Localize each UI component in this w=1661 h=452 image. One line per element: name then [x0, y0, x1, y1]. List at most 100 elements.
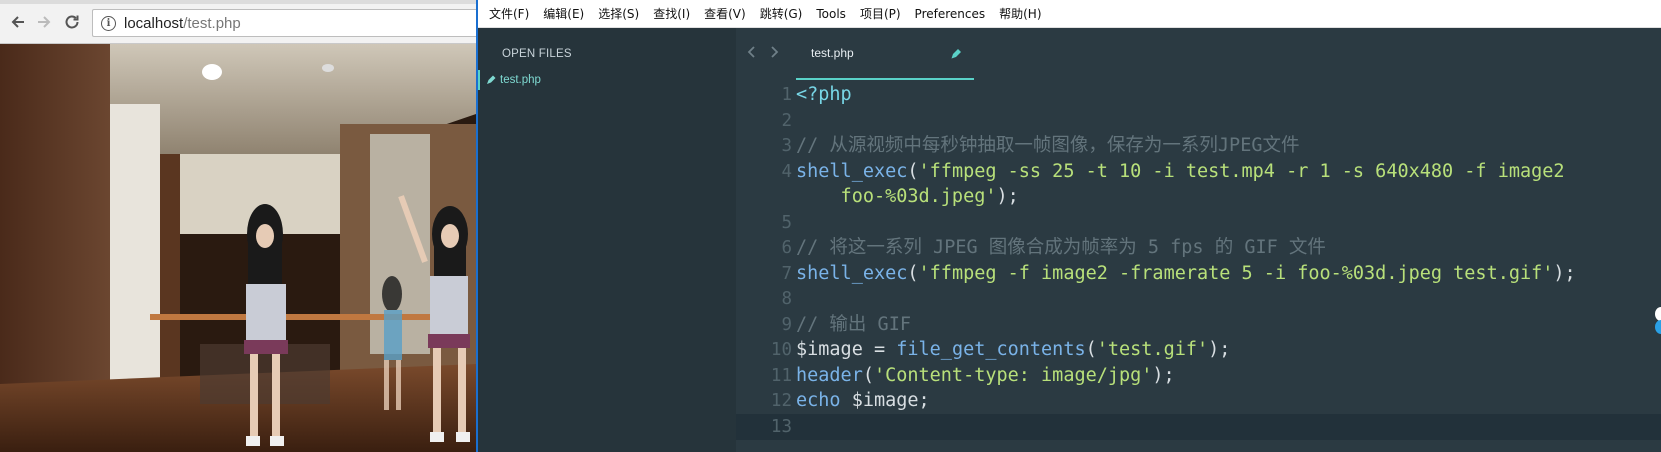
tab-test-php[interactable]: test.php: [796, 36, 974, 80]
line-number: 11: [770, 365, 792, 386]
code-line[interactable]: 9// 输出 GIF: [736, 312, 1661, 338]
line-number: 1: [781, 85, 792, 105]
line-number: 6: [781, 238, 792, 258]
line-code: shell_exec('ffmpeg -ss 25 -t 10 -i test.…: [796, 159, 1565, 185]
tab-strip: [0, 0, 476, 4]
code-line[interactable]: 5: [736, 210, 1661, 236]
reload-button[interactable]: [60, 10, 84, 34]
code-line[interactable]: 8: [736, 286, 1661, 312]
code-token: );: [1152, 364, 1175, 386]
line-code: header('Content-type: image/jpg');: [796, 363, 1175, 389]
code-token: header: [796, 364, 863, 386]
code-line[interactable]: 7 shell_exec('ffmpeg -f image2 -framerate…: [736, 261, 1661, 287]
menu-find[interactable]: 查找(I): [646, 2, 697, 25]
code-token: shell_exec: [796, 262, 908, 284]
chevron-right-icon[interactable]: [766, 44, 782, 60]
menu-selection[interactable]: 选择(S): [591, 2, 646, 25]
code-token: (: [907, 262, 919, 284]
line-number: 10: [770, 340, 792, 360]
forward-button[interactable]: [32, 10, 56, 34]
menu-view[interactable]: 查看(V): [697, 2, 753, 25]
line-number: 3: [781, 136, 792, 156]
code-token: 'Content-type: image/jpg': [873, 364, 1153, 386]
chevron-left-icon[interactable]: [744, 44, 760, 60]
line-number: 13: [770, 416, 792, 437]
code-line[interactable]: 4 shell_exec('ffmpeg -ss 25 -t 10 -i test…: [736, 159, 1661, 185]
modified-pencil-icon[interactable]: [950, 48, 962, 60]
menu-bar: 文件(F) 编辑(E) 选择(S) 查找(I) 查看(V) 跳转(G) Tool…: [478, 0, 1661, 28]
sidebar-file-label: test.php: [500, 74, 541, 86]
code-token: =: [862, 339, 897, 360]
code-line[interactable]: 11 header('Content-type: image/jpg');: [736, 363, 1661, 389]
menu-edit[interactable]: 编辑(E): [536, 2, 591, 25]
line-code: // 输出 GIF: [796, 312, 911, 338]
code-token: file_get_contents: [896, 339, 1086, 360]
line-code: // 将这一系列 JPEG 图像合成为帧率为 5 fps 的 GIF 文件: [796, 235, 1326, 261]
code-token: (: [862, 364, 874, 386]
menu-preferences[interactable]: Preferences: [908, 4, 993, 24]
address-bar[interactable]: i localhost/test.php: [92, 9, 476, 37]
menu-help[interactable]: 帮助(H): [992, 2, 1048, 25]
back-button[interactable]: [6, 10, 30, 34]
tab-bar: test.php: [736, 28, 1661, 80]
code-token: (: [907, 160, 919, 182]
code-line[interactable]: 3// 从源视频中每秒钟抽取一帧图像，保存为一系列JPEG文件: [736, 133, 1661, 159]
pencil-icon: [487, 75, 496, 84]
code-token: // 将这一系列 JPEG 图像合成为帧率为 5 fps 的 GIF 文件: [796, 237, 1326, 258]
code-token: echo: [796, 390, 841, 411]
sidebar-file-test-php[interactable]: test.php: [478, 70, 736, 90]
code-line[interactable]: 13: [736, 413, 1661, 440]
code-token: $image: [796, 339, 863, 360]
code-line[interactable]: 12 echo $image;: [736, 388, 1661, 414]
line-code: // 从源视频中每秒钟抽取一帧图像，保存为一系列JPEG文件: [796, 133, 1299, 159]
code-token: foo-%03d.jpeg': [796, 186, 997, 207]
code-text-area[interactable]: 1 <?php 2 3// 从源视频中每秒钟抽取一帧图像，保存为一系列JPEG文件 4 s…: [736, 82, 1661, 452]
code-token: shell_exec: [796, 160, 908, 182]
code-token: // 从源视频中每秒钟抽取一帧图像，保存为一系列JPEG文件: [796, 135, 1300, 156]
menu-goto[interactable]: 跳转(G): [753, 2, 810, 25]
line-number: 2: [781, 110, 792, 131]
tab-label: test.php: [811, 46, 854, 60]
sidebar: OPEN FILES test.php: [478, 28, 736, 452]
line-code: <?php: [796, 82, 852, 108]
code-token: $image;: [840, 390, 930, 411]
code-token: 'ffmpeg -ss 25 -t 10 -i test.mp4 -r 1 -s…: [918, 160, 1565, 182]
code-line[interactable]: foo-%03d.jpeg');: [736, 184, 1661, 210]
code-token: (: [1085, 339, 1097, 360]
arrow-right-icon: [38, 16, 51, 28]
line-number: 7: [781, 263, 792, 284]
open-files-heading: OPEN FILES: [502, 48, 572, 60]
floating-assistant-icon[interactable]: [1651, 306, 1661, 336]
code-line[interactable]: 1 <?php: [736, 82, 1661, 108]
code-token: <?php: [796, 84, 852, 105]
line-code: $image = file_get_contents('test.gif');: [796, 337, 1230, 363]
video-gif-image: [0, 44, 476, 452]
code-token: );: [996, 186, 1019, 207]
line-number: 5: [781, 212, 792, 233]
info-icon[interactable]: i: [101, 15, 116, 31]
line-number: 12: [770, 391, 792, 411]
code-token: );: [1208, 339, 1231, 360]
browser-window: i localhost/test.php: [0, 0, 476, 452]
menu-file[interactable]: 文件(F): [482, 2, 536, 25]
code-token: 'test.gif': [1096, 339, 1209, 360]
code-token: // 输出 GIF: [796, 313, 911, 335]
line-code: shell_exec('ffmpeg -f image2 -framerate …: [796, 261, 1576, 287]
line-number: 4: [781, 161, 792, 182]
line-number: 8: [781, 289, 792, 309]
line-code: echo $image;: [796, 388, 930, 414]
browser-toolbar: i localhost/test.php: [0, 0, 476, 44]
url-path: /test.php: [183, 14, 241, 32]
active-tab-indicator: [796, 78, 974, 80]
active-file-indicator: [478, 70, 480, 90]
line-number: 9: [781, 314, 792, 335]
code-token: );: [1553, 262, 1576, 284]
code-line[interactable]: 10 $image = file_get_contents('test.gif')…: [736, 337, 1661, 363]
code-line[interactable]: 2: [736, 108, 1661, 134]
menu-project[interactable]: 项目(P): [853, 2, 908, 25]
reload-icon: [65, 15, 79, 29]
url-host: localhost: [124, 14, 184, 32]
arrow-left-icon: [11, 16, 24, 28]
menu-tools[interactable]: Tools: [809, 4, 853, 24]
code-line[interactable]: 6// 将这一系列 JPEG 图像合成为帧率为 5 fps 的 GIF 文件: [736, 235, 1661, 261]
